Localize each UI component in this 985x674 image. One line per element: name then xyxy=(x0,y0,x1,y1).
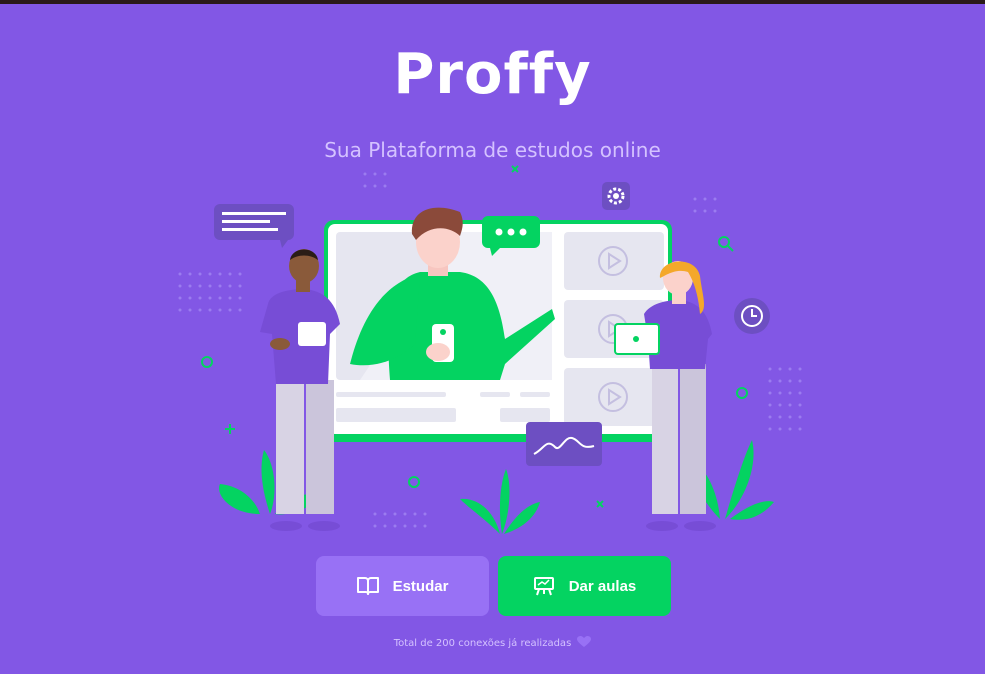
hero-illustration xyxy=(178,165,802,534)
total-connections: Total de 200 conexões já realizadas xyxy=(0,636,985,651)
study-button[interactable]: Estudar xyxy=(316,556,489,616)
presentation-icon xyxy=(533,576,555,596)
graph-card-icon xyxy=(526,422,602,466)
clock-icon xyxy=(734,298,770,334)
book-icon xyxy=(356,576,379,596)
tagline: Sua Plataforma de estudos online xyxy=(324,138,661,162)
connections-text: Total de 200 conexões já realizadas xyxy=(393,638,572,649)
action-buttons: Estudar Dar aulas xyxy=(316,556,671,616)
teach-button[interactable]: Dar aulas xyxy=(498,556,671,616)
heart-icon xyxy=(577,636,592,651)
study-button-label: Estudar xyxy=(392,577,449,595)
dot-grid-left xyxy=(178,272,242,312)
plant-left xyxy=(219,450,320,515)
message-bubble-icon xyxy=(214,204,294,248)
dot-grid-right xyxy=(768,367,802,431)
gear-icon xyxy=(602,182,630,210)
plant-center xyxy=(460,469,540,534)
teach-button-label: Dar aulas xyxy=(568,577,637,595)
landing-page: Proffy Sua Plataforma de estudos online xyxy=(0,4,985,674)
proffy-logo: Proffy xyxy=(393,42,592,107)
